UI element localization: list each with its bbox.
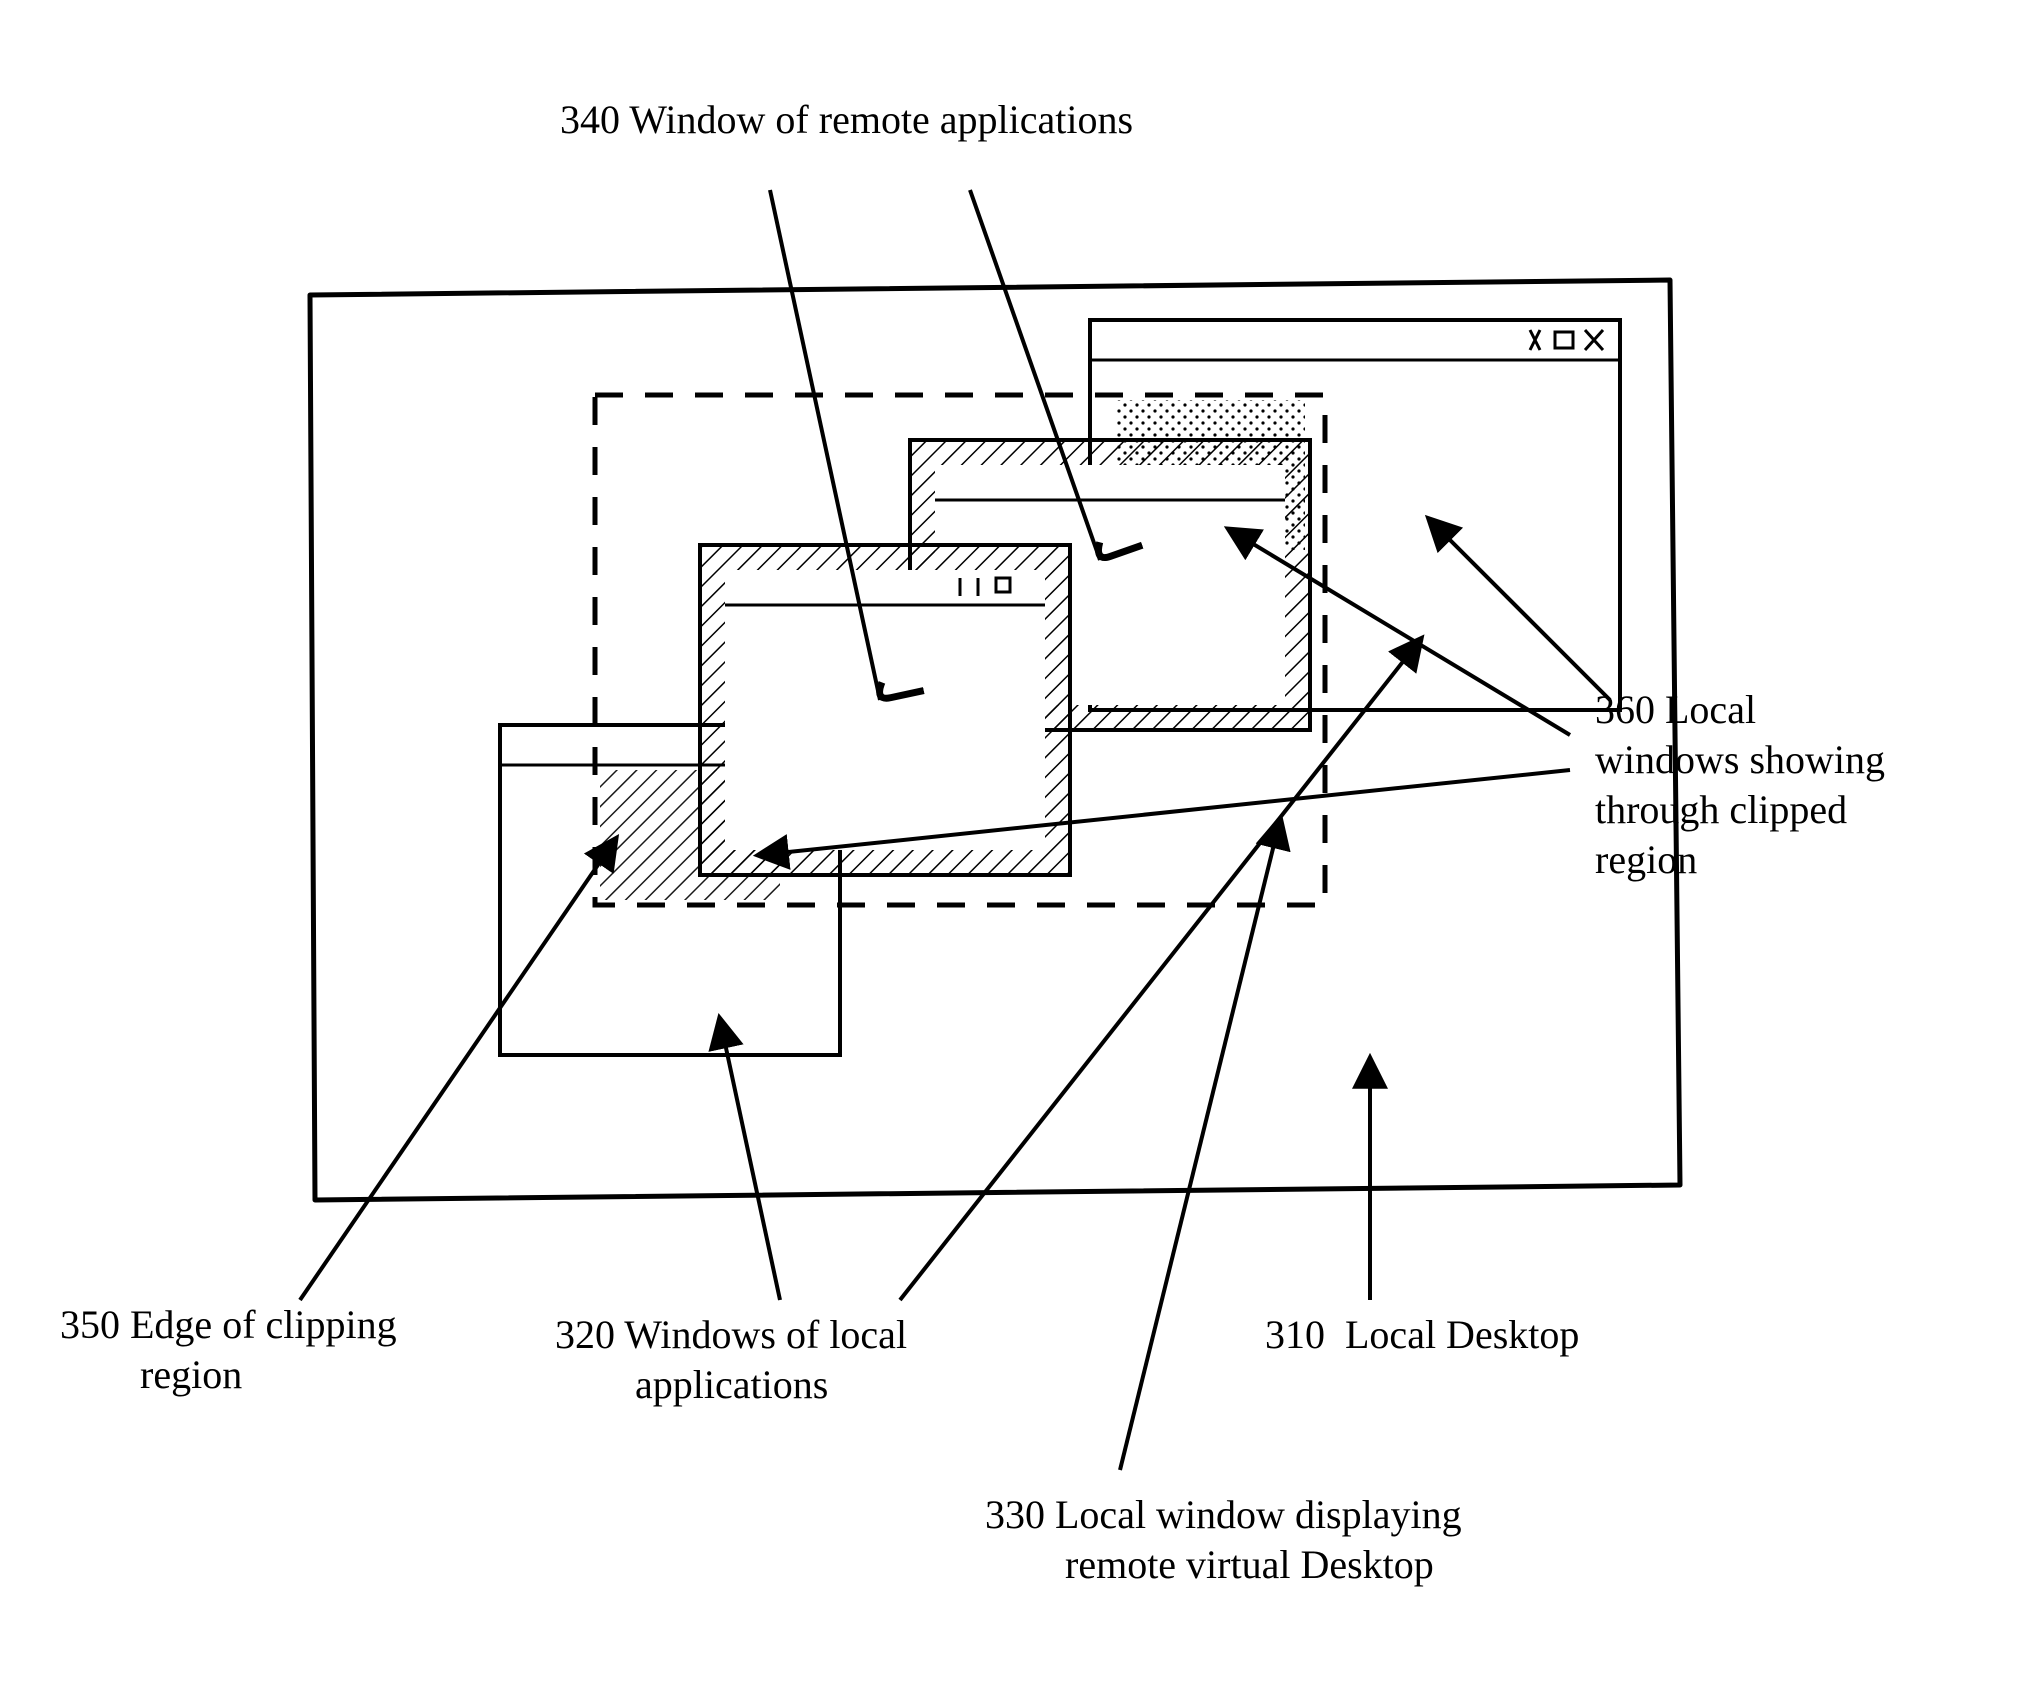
label-360: 360 Local windows showing through clippe… — [1595, 685, 1885, 885]
label-320: 320 Windows of local applications — [555, 1310, 907, 1410]
diagram-root: 340 Window of remote applications 360 Lo… — [0, 0, 2039, 1704]
remote-window-left — [700, 545, 1070, 875]
leader-350 — [300, 840, 615, 1300]
label-350: 350 Edge of clipping region — [60, 1300, 397, 1400]
leader-320-a — [720, 1020, 780, 1300]
label-340: 340 Window of remote applications — [560, 95, 1133, 145]
label-310: 310 Local Desktop — [1265, 1310, 1579, 1360]
label-330: 330 Local window displaying remote virtu… — [985, 1490, 1462, 1590]
